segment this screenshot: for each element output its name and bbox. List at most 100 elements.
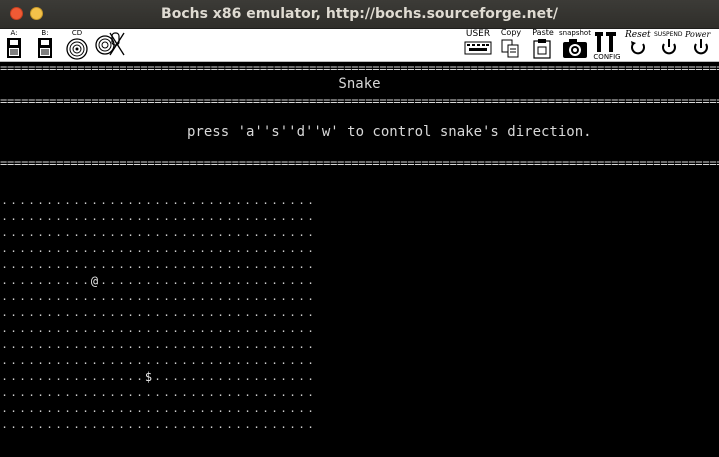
empty-cell: . (226, 242, 233, 255)
empty-cell: . (235, 306, 242, 319)
suspend-button[interactable]: SUSPEND (653, 29, 685, 61)
empty-cell: . (154, 386, 161, 399)
empty-cell: . (253, 370, 260, 383)
reset-button[interactable]: Reset (624, 29, 652, 61)
empty-cell: . (64, 306, 71, 319)
empty-cell: . (10, 418, 17, 431)
playfield-row: ................................... (0, 257, 320, 273)
empty-cell: . (235, 418, 242, 431)
empty-cell: . (172, 338, 179, 351)
empty-cell: . (10, 354, 17, 367)
power-button[interactable]: Power (685, 29, 718, 61)
empty-cell: . (208, 418, 215, 431)
empty-cell: . (28, 290, 35, 303)
empty-cell: . (199, 226, 206, 239)
copy-icon (501, 39, 519, 58)
user-button[interactable]: USER (463, 29, 493, 61)
empty-cell: . (82, 402, 89, 415)
empty-cell: . (10, 194, 17, 207)
empty-cell: . (100, 274, 107, 287)
empty-cell: . (127, 418, 134, 431)
empty-cell: . (145, 322, 152, 335)
empty-cell: . (127, 210, 134, 223)
empty-cell: . (253, 194, 260, 207)
empty-cell: . (136, 290, 143, 303)
empty-cell: . (235, 402, 242, 415)
empty-cell: . (307, 338, 314, 351)
title-bar[interactable]: Bochs x86 emulator, http://bochs.sourcef… (0, 0, 719, 29)
empty-cell: . (37, 194, 44, 207)
title-rule: ========================================… (0, 97, 719, 105)
empty-cell: . (163, 210, 170, 223)
empty-cell: . (253, 322, 260, 335)
cdrom-button[interactable]: CD (64, 29, 90, 61)
empty-cell: . (244, 258, 251, 271)
floppy-a-button[interactable]: A: (3, 29, 25, 61)
empty-cell: . (10, 322, 17, 335)
empty-cell: . (82, 226, 89, 239)
empty-cell: . (64, 322, 71, 335)
empty-cell: . (172, 306, 179, 319)
empty-cell: . (109, 194, 116, 207)
empty-cell: . (190, 258, 197, 271)
empty-cell: . (91, 242, 98, 255)
snapshot-button[interactable]: snapshot (558, 29, 592, 61)
empty-cell: . (109, 402, 116, 415)
empty-cell: . (190, 338, 197, 351)
empty-cell: . (298, 354, 305, 367)
empty-cell: . (145, 402, 152, 415)
paste-button[interactable]: Paste (529, 29, 557, 61)
empty-cell: . (136, 354, 143, 367)
empty-cell: . (163, 226, 170, 239)
empty-cell: . (1, 210, 8, 223)
empty-cell: . (172, 290, 179, 303)
empty-cell: . (307, 194, 314, 207)
empty-cell: . (55, 210, 62, 223)
copy-button[interactable]: Copy (498, 29, 524, 61)
empty-cell: . (217, 306, 224, 319)
empty-cell: . (307, 354, 314, 367)
empty-cell: . (199, 402, 206, 415)
empty-cell: . (289, 274, 296, 287)
empty-cell: . (19, 194, 26, 207)
playfield-row: ................................... (0, 337, 320, 353)
empty-cell: . (208, 274, 215, 287)
empty-cell: . (10, 242, 17, 255)
empty-cell: . (208, 258, 215, 271)
empty-cell: . (145, 226, 152, 239)
empty-cell: . (1, 226, 8, 239)
empty-cell: . (64, 402, 71, 415)
empty-cell: . (127, 402, 134, 415)
empty-cell: . (163, 258, 170, 271)
empty-cell: . (181, 322, 188, 335)
empty-cell: . (73, 322, 80, 335)
emulator-screen[interactable]: ========================================… (0, 63, 719, 457)
empty-cell: . (307, 258, 314, 271)
empty-cell: . (64, 274, 71, 287)
playfield-row: ................................... (0, 225, 320, 241)
empty-cell: . (172, 258, 179, 271)
empty-cell: . (271, 226, 278, 239)
empty-cell: . (118, 290, 125, 303)
mouse-capture-button[interactable] (94, 29, 126, 61)
floppy-b-button[interactable]: B: (34, 29, 56, 61)
empty-cell: . (136, 274, 143, 287)
empty-cell: . (271, 274, 278, 287)
empty-cell: . (253, 354, 260, 367)
empty-cell: . (28, 306, 35, 319)
empty-cell: . (82, 290, 89, 303)
empty-cell: . (1, 370, 8, 383)
empty-cell: . (127, 258, 134, 271)
config-button[interactable]: CONFIG (592, 29, 622, 61)
empty-cell: . (10, 386, 17, 399)
empty-cell: . (91, 418, 98, 431)
empty-cell: . (1, 290, 8, 303)
empty-cell: . (271, 306, 278, 319)
empty-cell: . (280, 418, 287, 431)
empty-cell: . (46, 258, 53, 271)
empty-cell: . (109, 338, 116, 351)
empty-cell: . (82, 306, 89, 319)
keyboard-icon (464, 41, 492, 55)
empty-cell: . (109, 258, 116, 271)
empty-cell: . (298, 418, 305, 431)
